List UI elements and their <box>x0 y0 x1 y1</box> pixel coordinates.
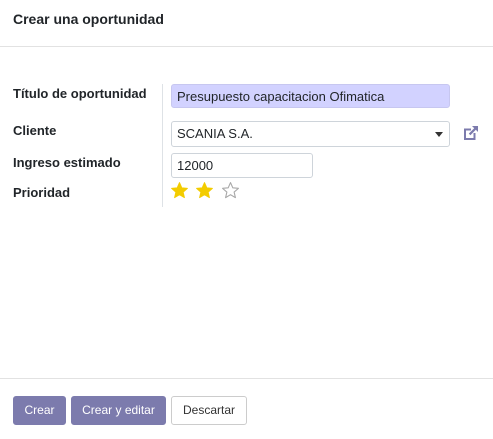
client-select-value: SCANIA S.A. <box>177 126 253 141</box>
client-select[interactable]: SCANIA S.A. <box>171 121 450 147</box>
create-opportunity-dialog: Crear una oportunidad Título de oportuni… <box>0 0 493 439</box>
chevron-down-icon[interactable] <box>435 132 443 137</box>
client-label: Cliente <box>13 123 57 138</box>
star-icon[interactable] <box>221 181 240 200</box>
star-icon[interactable] <box>195 181 214 200</box>
priority-label: Prioridad <box>13 185 71 200</box>
priority-stars <box>170 181 242 201</box>
opportunity-title-input[interactable] <box>171 84 450 108</box>
create-and-edit-button[interactable]: Crear y editar <box>71 396 166 425</box>
external-link-icon[interactable] <box>461 123 481 143</box>
star-shape <box>196 182 214 199</box>
dialog-header: Crear una oportunidad <box>0 0 493 47</box>
expected-revenue-input[interactable] <box>171 153 313 178</box>
dialog-footer: Crear Crear y editar Descartar <box>0 378 493 439</box>
opportunity-title-label: Título de oportunidad <box>13 86 147 101</box>
star-icon[interactable] <box>170 181 189 200</box>
discard-button[interactable]: Descartar <box>171 396 247 425</box>
dialog-title: Crear una oportunidad <box>13 11 164 27</box>
create-button[interactable]: Crear <box>13 396 66 425</box>
form-body: Título de oportunidad Cliente Ingreso es… <box>0 48 493 378</box>
star-shape <box>221 182 239 199</box>
star-shape <box>171 182 188 199</box>
column-divider <box>162 84 163 207</box>
expected-revenue-label: Ingreso estimado <box>13 155 121 170</box>
